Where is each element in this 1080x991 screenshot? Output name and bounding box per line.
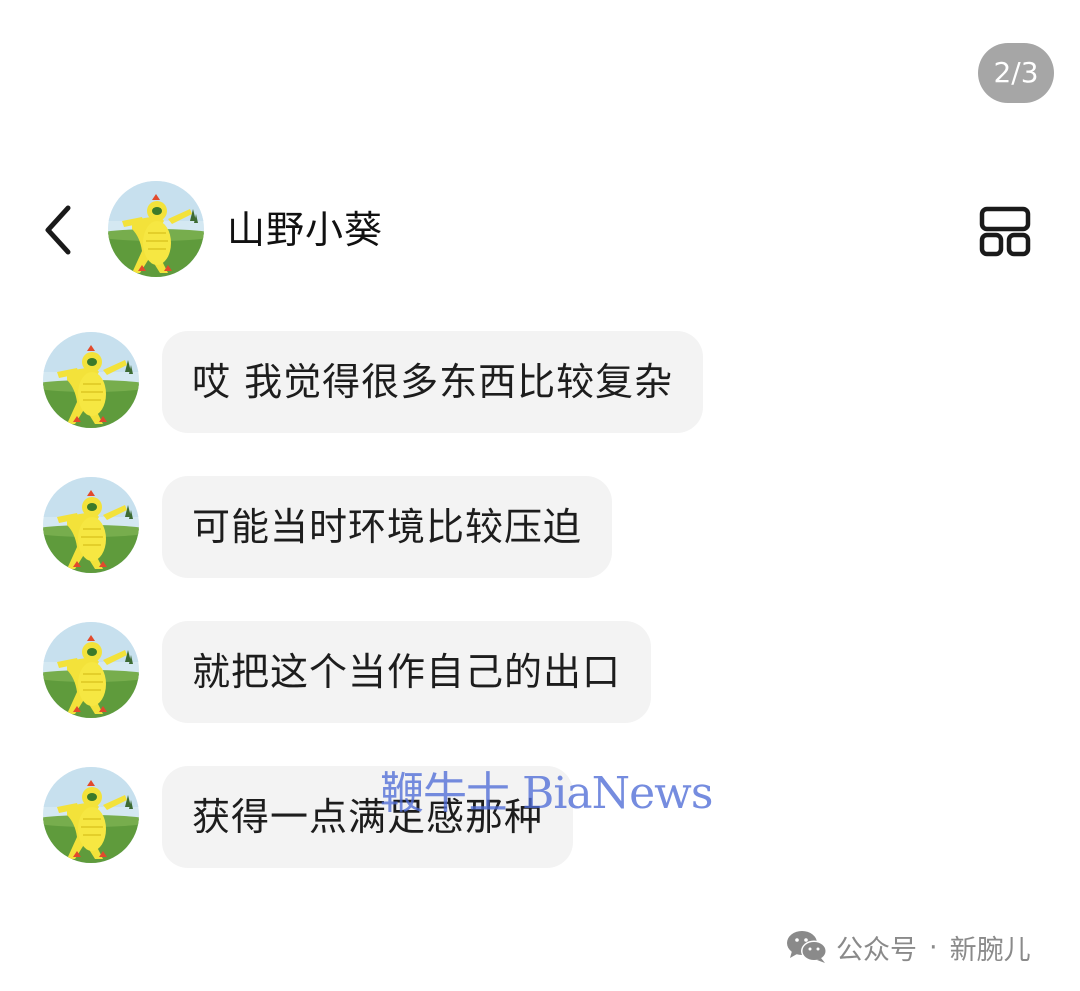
footer-attribution: 公众号 · 新腕儿 — [786, 925, 1031, 969]
message-list: 哎 我觉得很多东西比较复杂 可能当时环境比较压迫 就把这个当作自己的出口 获得一… — [0, 330, 1080, 910]
wechat-icon — [787, 931, 827, 963]
message-row: 哎 我觉得很多东西比较复杂 — [0, 330, 1080, 475]
more-options-button[interactable] — [978, 205, 1032, 257]
avatar-image — [43, 477, 139, 573]
grid-icon — [979, 206, 1031, 257]
message-bubble[interactable]: 可能当时环境比较压迫 — [162, 476, 613, 578]
chevron-left-icon — [45, 205, 71, 255]
message-row: 获得一点满足感那种 — [0, 765, 1080, 910]
message-bubble[interactable]: 哎 我觉得很多东西比较复杂 — [162, 331, 704, 433]
message-bubble[interactable]: 获得一点满足感那种 — [162, 766, 574, 868]
message-row: 就把这个当作自己的出口 — [0, 620, 1080, 765]
contact-avatar[interactable] — [108, 181, 204, 277]
separator: · — [929, 931, 938, 963]
sender-avatar[interactable] — [43, 622, 139, 718]
back-button[interactable] — [38, 204, 82, 256]
message-bubble[interactable]: 就把这个当作自己的出口 — [162, 621, 652, 723]
avatar-image — [108, 181, 204, 277]
sender-avatar[interactable] — [43, 477, 139, 573]
account-name: 新腕儿 — [949, 934, 1031, 966]
avatar-image — [43, 622, 139, 718]
contact-name[interactable]: 山野小葵 — [227, 206, 383, 254]
chat-header: 山野小葵 — [0, 178, 1080, 282]
message-row: 可能当时环境比较压迫 — [0, 475, 1080, 620]
avatar-image — [43, 332, 139, 428]
avatar-image — [43, 767, 139, 863]
sender-avatar[interactable] — [43, 767, 139, 863]
sender-avatar[interactable] — [43, 332, 139, 428]
page-indicator: 2/3 — [978, 43, 1054, 103]
chat-screen: 2/3 山野小葵 哎 我觉得很多东西比较复杂 可能当时环境比较压迫 就把这个当作… — [0, 0, 1080, 991]
account-type-label: 公众号 — [836, 934, 917, 966]
